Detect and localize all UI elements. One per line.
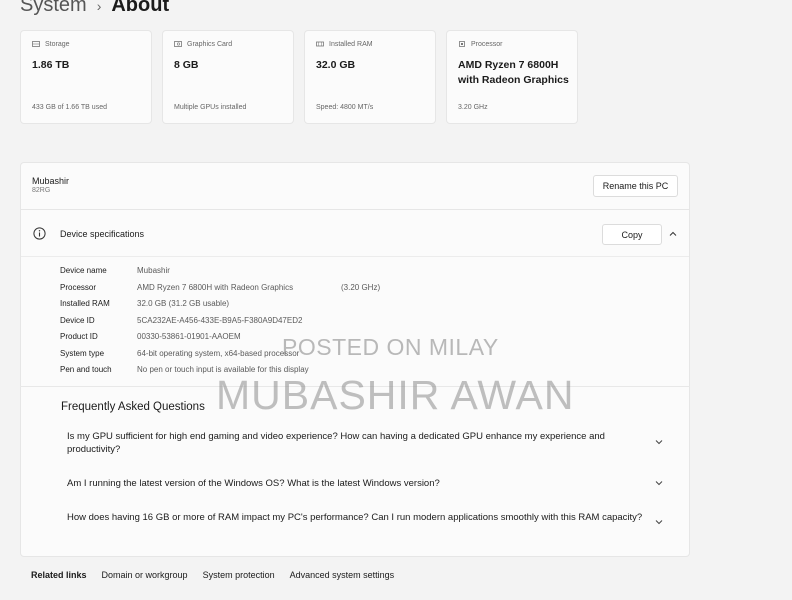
card-value: 8 GB — [174, 59, 199, 71]
spec-value-extra: (3.20 GHz) — [341, 282, 381, 292]
related-links: Related links Domain or workgroup System… — [31, 570, 394, 580]
graphics-card-icon — [174, 41, 182, 47]
breadcrumb-system[interactable]: System — [20, 0, 87, 17]
card-label: Processor — [471, 40, 503, 48]
card-ram[interactable]: Installed RAM 32.0 GB Speed: 4800 MT/s — [304, 30, 436, 124]
pc-name: Mubashir — [32, 176, 70, 186]
card-value: 32.0 GB — [316, 59, 356, 71]
card-sub: Speed: 4800 MT/s — [316, 104, 374, 111]
card-graphics[interactable]: Graphics Card 8 GB Multiple GPUs install… — [162, 30, 294, 124]
spec-value: 32.0 GB (31.2 GB usable) — [137, 299, 230, 308]
page-title: About — [111, 0, 170, 16]
device-specifications-title: Device specifications — [60, 229, 145, 239]
spec-key: Processor — [60, 282, 97, 292]
summary-cards: Storage 1.86 TB 433 GB of 1.66 TB used G… — [20, 30, 578, 124]
spec-key: Device ID — [60, 315, 95, 325]
ram-icon — [316, 41, 324, 47]
faq-title: Frequently Asked Questions — [61, 401, 205, 413]
pc-model: 82RG — [32, 187, 51, 194]
link-advanced-system-settings[interactable]: Advanced system settings — [290, 570, 395, 580]
card-storage[interactable]: Storage 1.86 TB 433 GB of 1.66 TB used — [20, 30, 152, 124]
card-sub: 433 GB of 1.66 TB used — [32, 104, 107, 111]
spec-value: 5CA232AE-A456-433E-B9A5-F380A9D47ED2 — [137, 315, 303, 325]
link-domain-or-workgroup[interactable]: Domain or workgroup — [102, 570, 188, 580]
device-specifications-header[interactable]: Device specifications Copy — [21, 210, 689, 257]
spec-key: Installed RAM — [60, 299, 110, 308]
chevron-down-icon[interactable] — [654, 517, 664, 527]
breadcrumb-separator: › — [96, 0, 102, 14]
faq-item-gpu[interactable]: Is my GPU sufficient for high end gaming… — [67, 430, 647, 456]
card-value: 1.86 TB — [32, 59, 70, 71]
spec-key: Product ID — [60, 332, 98, 341]
faq-item-windows[interactable]: Am I running the latest version of the W… — [67, 477, 647, 490]
card-label: Installed RAM — [329, 40, 373, 48]
copy-button[interactable]: Copy — [602, 224, 662, 245]
spec-key: System type — [60, 348, 105, 358]
storage-icon — [32, 41, 40, 47]
card-sub: 3.20 GHz — [458, 104, 488, 111]
spec-value: 64-bit operating system, x64-based proce… — [137, 348, 300, 358]
card-value: AMD Ryzen 7 6800H with Radeon Graphics — [458, 59, 569, 86]
chevron-up-icon[interactable] — [668, 229, 678, 239]
spec-value: AMD Ryzen 7 6800H with Radeon Graphics — [137, 282, 294, 292]
chevron-down-icon[interactable] — [654, 437, 664, 447]
rename-pc-button[interactable]: Rename this PC — [593, 175, 678, 197]
spec-key: Device name — [60, 266, 107, 275]
spec-value: Mubashir — [137, 266, 170, 275]
chevron-down-icon[interactable] — [654, 478, 664, 488]
breadcrumb: System › About — [20, 0, 169, 17]
spec-key: Pen and touch — [60, 365, 112, 374]
card-label: Storage — [45, 40, 70, 48]
watermark-line-2: MUBASHIR AWAN — [216, 372, 575, 418]
processor-icon — [459, 41, 465, 47]
card-processor[interactable]: Processor AMD Ryzen 7 6800H with Radeon … — [446, 30, 578, 124]
info-icon — [33, 227, 46, 240]
faq-item-ram[interactable]: How does having 16 GB or more of RAM imp… — [67, 511, 647, 524]
spec-value: 00330-53861-01901-AAOEM — [137, 332, 241, 341]
pc-name-row: Mubashir 82RG Rename this PC — [21, 163, 689, 210]
card-label: Graphics Card — [187, 40, 233, 48]
link-system-protection[interactable]: System protection — [203, 570, 275, 580]
watermark-line-1: POSTED ON MILAY — [282, 334, 499, 360]
card-sub: Multiple GPUs installed — [174, 104, 247, 111]
related-links-label: Related links — [31, 570, 87, 580]
